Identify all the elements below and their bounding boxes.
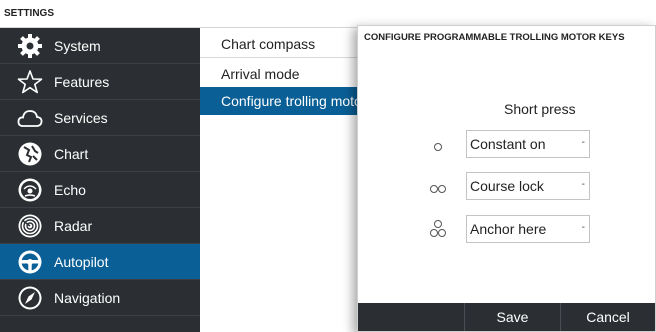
sidebar-item-label: Echo xyxy=(54,182,86,198)
sidebar-item-chart[interactable]: Chart xyxy=(0,136,200,172)
dropdown-arrow-icon: - xyxy=(581,179,585,190)
dropdown-value: Constant on xyxy=(470,136,546,152)
short-press-dropdown-1[interactable]: Constant on - xyxy=(466,130,590,158)
triple-circle-icon xyxy=(426,218,450,238)
steering-wheel-icon xyxy=(17,249,43,275)
sidebar-item-label: Features xyxy=(54,74,110,90)
cancel-button[interactable]: Cancel xyxy=(560,303,655,331)
short-press-dropdown-3[interactable]: Anchor here - xyxy=(466,215,590,243)
sidebar-item-navigation[interactable]: Navigation xyxy=(0,280,200,316)
sidebar-item-label: Autopilot xyxy=(54,254,109,270)
radar-icon xyxy=(17,213,43,239)
sidebar-item-label: Services xyxy=(54,110,108,126)
sidebar-item-services[interactable]: Services xyxy=(0,100,200,136)
chart-icon xyxy=(17,141,43,167)
dropdown-arrow-icon: - xyxy=(581,222,585,233)
echo-icon xyxy=(17,177,43,203)
sidebar-item-label: Chart xyxy=(54,146,89,162)
gear-icon xyxy=(17,33,43,59)
short-press-dropdown-2[interactable]: Course lock - xyxy=(466,172,590,200)
sidebar-item-system[interactable]: System xyxy=(0,28,200,64)
star-icon xyxy=(17,69,43,95)
sidebar-item-autopilot[interactable]: Autopilot xyxy=(0,244,200,280)
dropdown-arrow-icon: - xyxy=(581,137,585,148)
sidebar-item-label: System xyxy=(54,38,101,54)
settings-title: SETTINGS xyxy=(0,0,656,28)
sidebar-item-radar[interactable]: Radar xyxy=(0,208,200,244)
sidebar-item-label: Navigation xyxy=(54,290,121,306)
dialog-title: CONFIGURE PROGRAMMABLE TROLLING MOTOR KE… xyxy=(364,32,625,43)
dialog-footer: Save Cancel xyxy=(358,303,655,331)
sidebar-item-features[interactable]: Features xyxy=(0,64,200,100)
configure-trolling-motor-keys-dialog: CONFIGURE PROGRAMMABLE TROLLING MOTOR KE… xyxy=(357,25,656,332)
sidebar-item-echo[interactable]: Echo xyxy=(0,172,200,208)
short-press-header: Short press xyxy=(504,101,576,117)
double-circle-icon xyxy=(426,179,450,199)
save-button[interactable]: Save xyxy=(464,303,560,331)
sidebar: System Features Services Chart Echo Rada… xyxy=(0,28,200,332)
dropdown-value: Anchor here xyxy=(470,221,547,237)
cloud-icon xyxy=(17,105,43,131)
dropdown-value: Course lock xyxy=(470,178,544,194)
single-circle-icon xyxy=(426,137,450,157)
compass-icon xyxy=(17,285,43,311)
sidebar-item-label: Radar xyxy=(54,218,93,234)
